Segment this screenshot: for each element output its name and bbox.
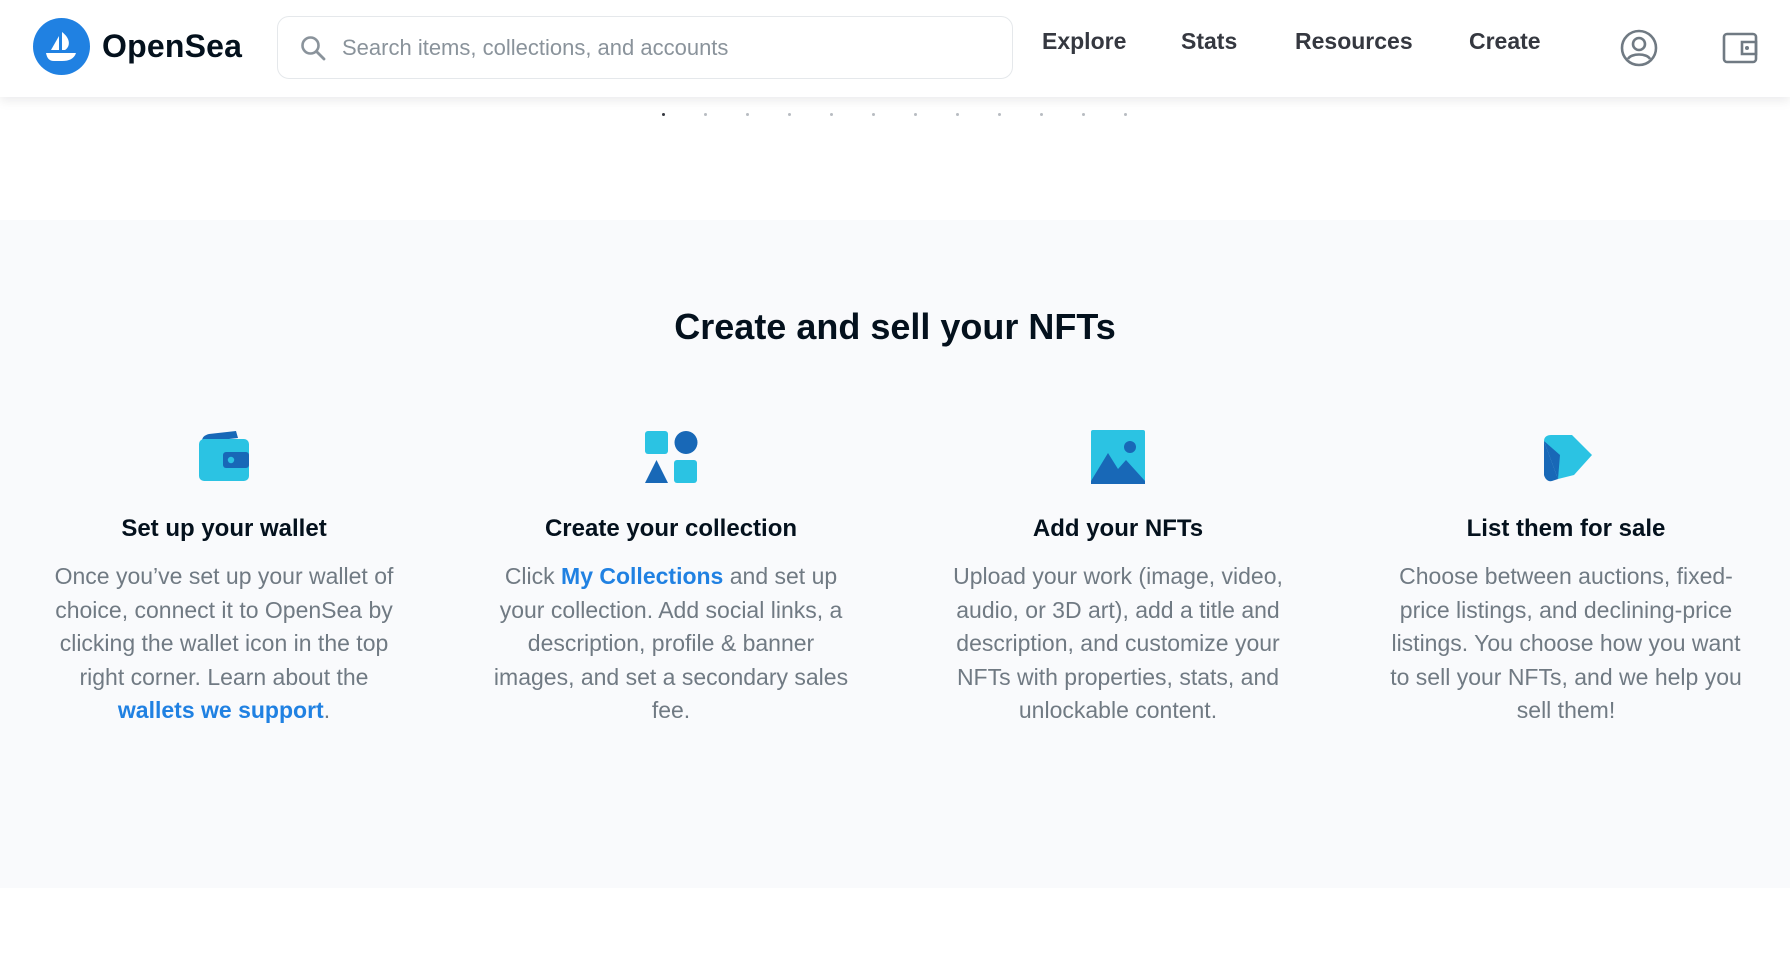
step-text: Once you’ve set up your wallet of choice… [54, 563, 394, 690]
wallet-icon[interactable] [1716, 24, 1764, 72]
nav-resources[interactable]: Resources [1295, 28, 1413, 55]
section-title: Create and sell your NFTs [674, 306, 1116, 347]
carousel-dot[interactable] [998, 113, 1001, 116]
top-navbar: OpenSea Explore Stats Resources Create [0, 0, 1790, 97]
step-title: Set up your wallet [121, 515, 327, 542]
carousel-dot[interactable] [872, 113, 875, 116]
image-icon [1086, 425, 1150, 489]
my-collections-link[interactable]: My Collections [561, 563, 723, 589]
create-sell-section: Create and sell your NFTs Set up your wa… [0, 220, 1790, 888]
step-description: Click My Collections and set up your col… [481, 560, 861, 728]
step-text: Click [504, 563, 562, 589]
carousel-dot[interactable] [662, 113, 665, 116]
wallets-we-support-link[interactable]: wallets we support [118, 697, 324, 723]
carousel-dot[interactable] [788, 113, 791, 116]
step-title: Add your NFTs [1032, 515, 1204, 542]
carousel-dot[interactable] [830, 113, 833, 116]
account-icon[interactable] [1615, 24, 1663, 72]
carousel-dots [662, 113, 1166, 116]
step-description: Choose between auctions, fixed-price lis… [1390, 563, 1742, 723]
carousel-dot[interactable] [956, 113, 959, 116]
step-card-collection: Create your collection Click My Collecti… [481, 425, 861, 728]
search-input[interactable] [342, 34, 982, 61]
carousel-dot[interactable] [1040, 113, 1043, 116]
logo-text: OpenSea [102, 28, 243, 64]
carousel-dot[interactable] [914, 113, 917, 116]
step-description: Upload your work (image, video, audio, o… [953, 563, 1283, 723]
carousel-dot[interactable] [1082, 113, 1085, 116]
carousel-dot[interactable] [746, 113, 749, 116]
step-card-wallet: Set up your wallet Once you’ve set up yo… [34, 425, 414, 728]
step-text-end: . [323, 697, 331, 723]
search-icon [298, 33, 328, 63]
nav-stats[interactable]: Stats [1181, 28, 1237, 55]
search-bar[interactable] [277, 16, 1013, 79]
opensea-logo[interactable]: OpenSea [33, 18, 242, 75]
step-card-list-for-sale: List them for sale Choose between auctio… [1376, 425, 1756, 728]
carousel-dot[interactable] [1124, 113, 1127, 116]
opensea-logo-icon [33, 18, 90, 75]
wallet-icon [192, 425, 256, 489]
step-title: List them for sale [1466, 515, 1666, 542]
step-title: Create your collection [544, 515, 798, 542]
step-description: Once you’ve set up your wallet of choice… [34, 560, 414, 728]
price-tag-icon [1534, 425, 1598, 489]
nav-explore[interactable]: Explore [1042, 28, 1126, 55]
nav-create[interactable]: Create [1469, 28, 1541, 55]
carousel-dot[interactable] [704, 113, 707, 116]
step-card-add-nfts: Add your NFTs Upload your work (image, v… [928, 425, 1308, 728]
collection-shapes-icon [639, 425, 703, 489]
